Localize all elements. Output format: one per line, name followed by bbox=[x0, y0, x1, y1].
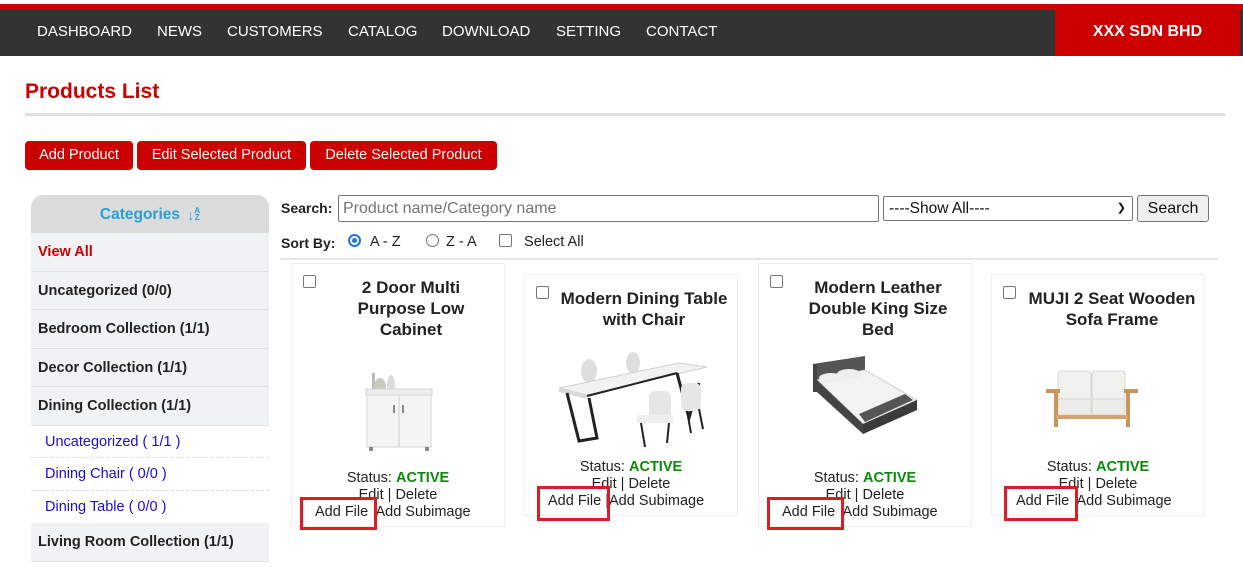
nav-setting[interactable]: SETTING bbox=[556, 10, 621, 56]
search-input[interactable] bbox=[338, 195, 879, 222]
delete-link[interactable]: Delete bbox=[862, 487, 904, 503]
category-item[interactable]: Uncategorized (0/0) bbox=[31, 271, 269, 310]
product-card: Modern Leather Double King Size Bed Stat… bbox=[758, 263, 972, 527]
add-file-link[interactable]: Add File bbox=[548, 493, 601, 509]
delete-link[interactable]: Delete bbox=[395, 487, 437, 503]
add-file-link[interactable]: Add File bbox=[782, 504, 835, 520]
add-subimage-link[interactable]: Add Subimage bbox=[1076, 493, 1171, 509]
top-accent-bar bbox=[0, 0, 1243, 10]
subcategory-item[interactable]: Uncategorized ( 1/1 ) bbox=[31, 425, 269, 458]
nav-download[interactable]: DOWNLOAD bbox=[442, 10, 530, 56]
edit-link[interactable]: Edit bbox=[826, 487, 851, 503]
add-product-button[interactable]: Add Product bbox=[25, 141, 133, 170]
product-status: Status: ACTIVE bbox=[579, 459, 683, 475]
product-name: MUJI 2 Seat Wooden Sofa Frame bbox=[1028, 289, 1196, 329]
sort-desc-label: Z - A bbox=[446, 234, 477, 250]
product-file-links: Add File Add Subimage bbox=[1016, 493, 1172, 509]
radio-selected-icon[interactable] bbox=[348, 234, 361, 247]
chevron-down-icon: ❯ bbox=[1116, 202, 1126, 214]
nav-news[interactable]: NEWS bbox=[157, 10, 202, 56]
product-status: Status: ACTIVE bbox=[813, 470, 917, 486]
product-status: Status: ACTIVE bbox=[1046, 459, 1150, 475]
category-filter-value: ----Show All---- bbox=[889, 200, 990, 217]
subcategory-item[interactable]: Dining Table ( 0/0 ) bbox=[31, 490, 269, 523]
category-filter-select[interactable]: ----Show All---- ❯ bbox=[883, 196, 1133, 221]
delete-link[interactable]: Delete bbox=[628, 476, 670, 492]
edit-link[interactable]: Edit bbox=[592, 476, 617, 492]
product-name: 2 Door Multi Purpose Low Cabinet bbox=[357, 278, 465, 339]
edit-link[interactable]: Edit bbox=[359, 487, 384, 503]
sort-divider bbox=[280, 258, 1218, 260]
add-file-link[interactable]: Add File bbox=[1016, 493, 1069, 509]
nav-dashboard[interactable]: DASHBOARD bbox=[37, 10, 132, 56]
edit-selected-product-button[interactable]: Edit Selected Product bbox=[137, 141, 306, 170]
select-all-label: Select All bbox=[524, 234, 584, 250]
top-navbar: DASHBOARD NEWS CUSTOMERS CATALOG DOWNLOA… bbox=[0, 10, 1243, 56]
product-name: Modern Leather Double King Size Bed bbox=[808, 278, 948, 339]
status-badge: ACTIVE bbox=[1096, 459, 1150, 475]
sort-asc-label: A - Z bbox=[370, 234, 401, 250]
nav-catalog[interactable]: CATALOG bbox=[348, 10, 417, 56]
product-checkbox[interactable] bbox=[536, 286, 549, 299]
cabinet-image bbox=[365, 373, 433, 451]
sort-alpha-down-icon[interactable]: ↓A Z bbox=[187, 196, 200, 234]
product-name: Modern Dining Table with Chair bbox=[560, 289, 728, 329]
radio-unselected-icon[interactable] bbox=[426, 234, 439, 247]
product-card: Modern Dining Table with Chair Status: A… bbox=[524, 274, 738, 516]
product-checkbox[interactable] bbox=[303, 275, 316, 288]
nav-contact[interactable]: CONTACT bbox=[646, 10, 717, 56]
product-edit-delete: Edit | Delete bbox=[1058, 476, 1138, 492]
bed-image bbox=[813, 356, 919, 434]
status-badge: ACTIVE bbox=[629, 459, 683, 475]
dining-table-image bbox=[558, 352, 708, 448]
select-all-option[interactable]: Select All bbox=[499, 233, 584, 251]
delete-selected-product-button[interactable]: Delete Selected Product bbox=[310, 141, 497, 170]
product-card: MUJI 2 Seat Wooden Sofa Frame Status: AC… bbox=[991, 274, 1205, 516]
category-item[interactable]: Bedroom Collection (1/1) bbox=[31, 310, 269, 349]
product-card: 2 Door Multi Purpose Low Cabinet Status:… bbox=[291, 263, 505, 527]
sort-icon-z: Z bbox=[194, 213, 200, 223]
product-status: Status: ACTIVE bbox=[346, 470, 450, 486]
add-subimage-link[interactable]: Add Subimage bbox=[842, 504, 937, 520]
sort-asc-option[interactable]: A - Z bbox=[348, 233, 401, 251]
title-divider bbox=[25, 113, 1225, 116]
category-item[interactable]: Dining Collection (1/1) bbox=[31, 387, 269, 426]
product-file-links: Add File Add Subimage bbox=[782, 504, 938, 520]
category-list: View All Uncategorized (0/0) Bedroom Col… bbox=[31, 233, 269, 562]
product-checkbox[interactable] bbox=[770, 275, 783, 288]
sofa-image bbox=[1046, 370, 1138, 427]
page-title: Products List bbox=[25, 80, 160, 103]
sort-desc-option[interactable]: Z - A bbox=[426, 233, 477, 251]
subcategory-item[interactable]: Dining Chair ( 0/0 ) bbox=[31, 458, 269, 491]
add-file-link[interactable]: Add File bbox=[315, 504, 368, 520]
add-subimage-link[interactable]: Add Subimage bbox=[375, 504, 470, 520]
status-badge: ACTIVE bbox=[396, 470, 450, 486]
product-file-links: Add File |Add Subimage bbox=[548, 493, 705, 509]
categories-title: Categories bbox=[99, 206, 181, 223]
category-view-all[interactable]: View All bbox=[31, 233, 269, 272]
categories-header[interactable]: Categories ↓A Z bbox=[31, 195, 269, 233]
edit-link[interactable]: Edit bbox=[1059, 476, 1084, 492]
add-subimage-link[interactable]: Add Subimage bbox=[609, 493, 704, 509]
category-item[interactable]: Decor Collection (1/1) bbox=[31, 348, 269, 387]
product-edit-delete: Edit | Delete bbox=[825, 487, 905, 503]
select-all-checkbox[interactable] bbox=[499, 234, 512, 247]
delete-link[interactable]: Delete bbox=[1095, 476, 1137, 492]
product-file-links: Add File Add Subimage bbox=[315, 504, 471, 520]
status-badge: ACTIVE bbox=[863, 470, 917, 486]
sort-by-label: Sort By: bbox=[281, 235, 336, 251]
product-checkbox[interactable] bbox=[1003, 286, 1016, 299]
nav-customers[interactable]: CUSTOMERS bbox=[227, 10, 323, 56]
product-edit-delete: Edit | Delete bbox=[358, 487, 438, 503]
search-label: Search: bbox=[281, 200, 333, 216]
search-button[interactable]: Search bbox=[1137, 195, 1209, 222]
category-item[interactable]: Living Room Collection (1/1) bbox=[31, 523, 269, 562]
product-edit-delete: Edit | Delete bbox=[591, 476, 671, 492]
brand-name: XXX SDN BHD bbox=[1055, 10, 1240, 56]
